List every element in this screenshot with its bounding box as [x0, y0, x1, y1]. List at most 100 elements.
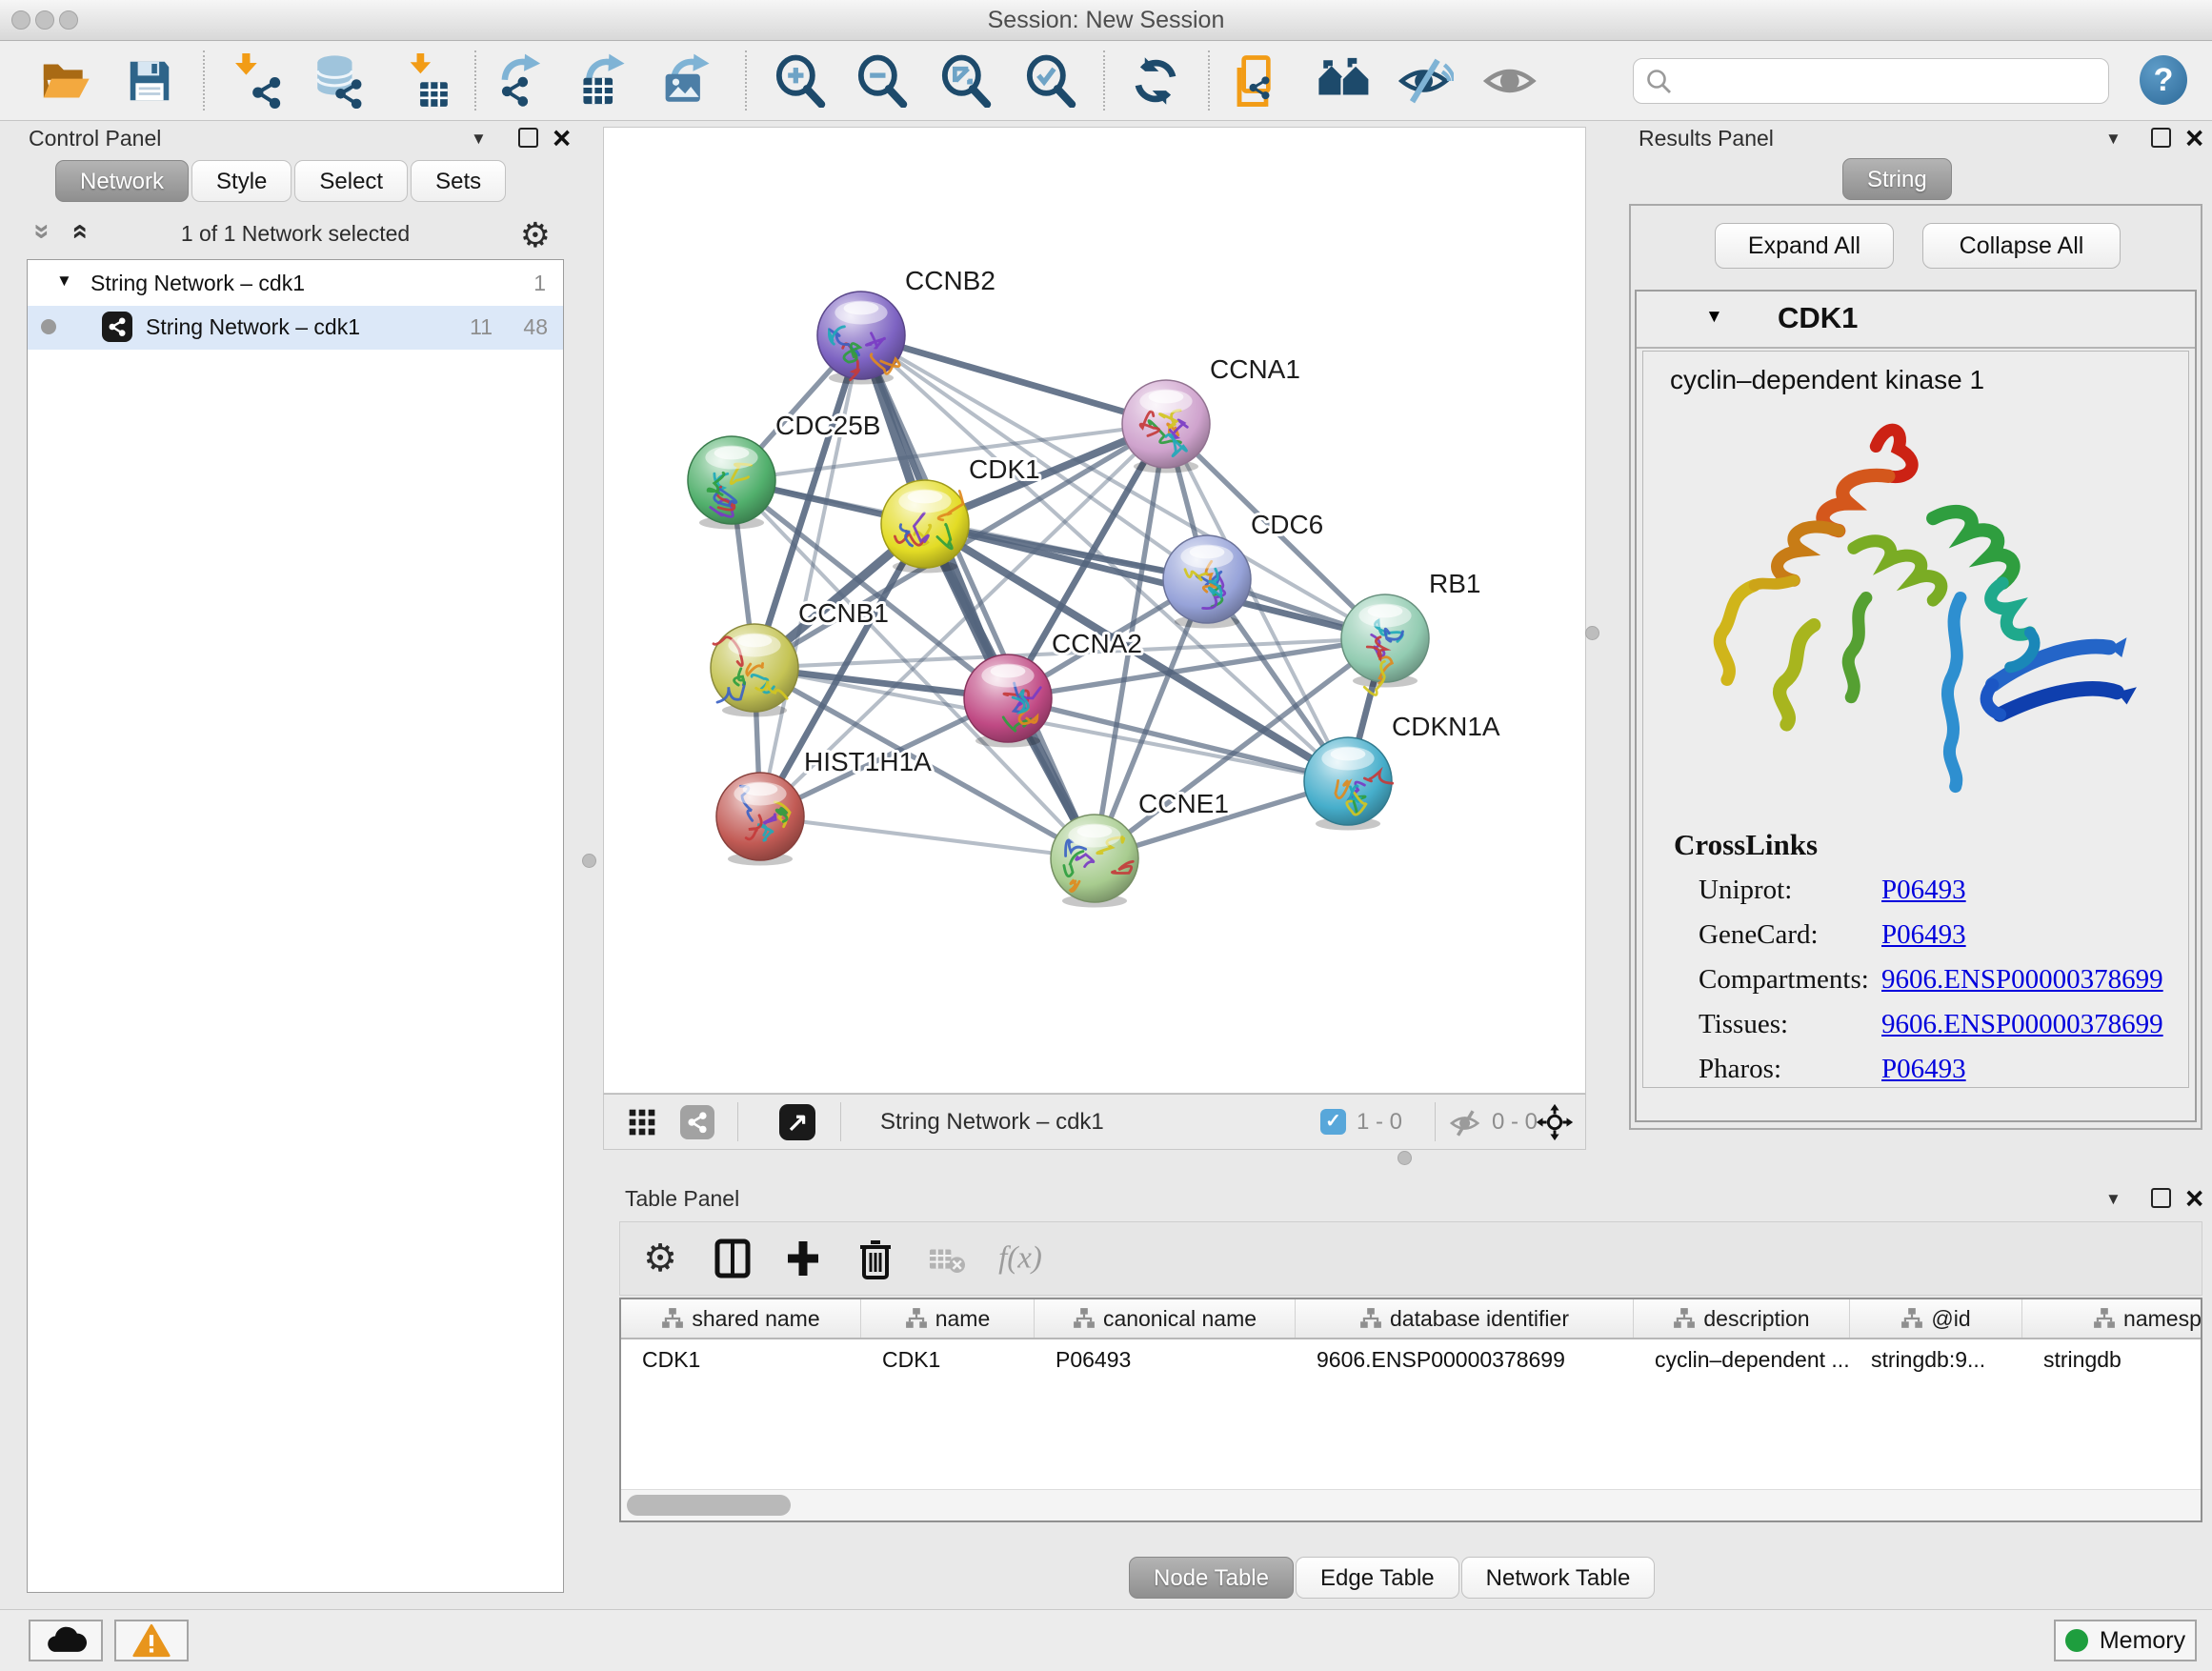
- tab-node-table[interactable]: Node Table: [1129, 1557, 1294, 1599]
- scrollbar-thumb[interactable]: [627, 1495, 791, 1516]
- right-splitter-handle[interactable]: [1585, 626, 1599, 640]
- network-node-count: 11: [470, 314, 493, 340]
- help-button[interactable]: ?: [2140, 55, 2187, 105]
- crosslink-link[interactable]: 9606.ENSP00000378699: [1881, 964, 2163, 995]
- network-options-gear-icon[interactable]: ⚙: [520, 215, 551, 255]
- search-input[interactable]: [1633, 58, 2109, 104]
- tab-string[interactable]: String: [1842, 158, 1952, 200]
- hidden-eye-slash-icon: [1450, 1107, 1482, 1139]
- tab-select[interactable]: Select: [294, 160, 408, 202]
- zoom-out-icon: [855, 54, 909, 108]
- column-header-database-identifier[interactable]: database identifier: [1296, 1299, 1634, 1338]
- protein-section-header[interactable]: ▼ CDK1: [1637, 292, 2195, 349]
- column-header-description[interactable]: description: [1634, 1299, 1850, 1338]
- export-image-button[interactable]: [662, 53, 717, 109]
- table-cell[interactable]: cyclin–dependent ...: [1634, 1339, 1850, 1379]
- panel-close-icon[interactable]: ×: [2185, 129, 2203, 148]
- zoom-in-button[interactable]: [774, 54, 827, 108]
- birdseye-view-icon[interactable]: ↗: [779, 1104, 815, 1140]
- import-network-from-database-button[interactable]: [311, 53, 366, 109]
- column-header-namespace[interactable]: namespace: [2022, 1299, 2202, 1338]
- horizontal-scrollbar[interactable]: [621, 1489, 2201, 1520]
- collapse-all-button[interactable]: Collapse All: [1922, 223, 2121, 269]
- import-network-button[interactable]: [230, 53, 285, 109]
- table-cell[interactable]: CDK1: [861, 1339, 1035, 1379]
- show-columns-icon[interactable]: [714, 1238, 751, 1278]
- collection-expander-icon[interactable]: ▼: [56, 272, 72, 291]
- show-hidden-button[interactable]: [1483, 53, 1538, 109]
- network-node-CCNE1[interactable]: CCNE1: [1051, 789, 1229, 908]
- tab-network[interactable]: Network: [55, 160, 189, 202]
- panel-close-icon[interactable]: ×: [553, 129, 571, 148]
- memory-button[interactable]: Memory: [2054, 1620, 2197, 1661]
- table-cell[interactable]: stringdb: [2022, 1339, 2202, 1379]
- expand-all-button[interactable]: Expand All: [1715, 223, 1894, 269]
- crosslink-link[interactable]: 9606.ENSP00000378699: [1881, 1009, 2163, 1039]
- memory-label: Memory: [2100, 1627, 2185, 1655]
- tab-edge-table[interactable]: Edge Table: [1296, 1557, 1459, 1599]
- panel-float-icon[interactable]: [2151, 128, 2171, 148]
- table-row[interactable]: CDK1CDK1P064939606.ENSP00000378699cyclin…: [621, 1339, 2202, 1379]
- crosslink-link[interactable]: P06493: [1881, 875, 1966, 905]
- network-node-CCNB1[interactable]: CCNB1: [711, 598, 889, 717]
- network-node-CCNA1[interactable]: CCNA1: [1122, 354, 1300, 473]
- crosslink-link[interactable]: P06493: [1881, 1054, 1966, 1084]
- column-header-canonical-name[interactable]: canonical name: [1035, 1299, 1296, 1338]
- export-network-button[interactable]: [495, 53, 551, 109]
- panel-menu-icon[interactable]: ▼: [2105, 130, 2122, 149]
- left-splitter-handle[interactable]: [582, 854, 596, 868]
- panel-close-icon[interactable]: ×: [2185, 1189, 2203, 1208]
- grid-view-icon[interactable]: [627, 1107, 657, 1137]
- network-row-selected[interactable]: String Network – cdk1 11 48: [28, 306, 563, 350]
- pan-crosshair-icon[interactable]: [1536, 1103, 1574, 1141]
- panel-float-icon[interactable]: [2151, 1188, 2171, 1208]
- main-toolbar: ?: [0, 41, 2212, 121]
- selected-indicator-checkbox[interactable]: ✓: [1320, 1109, 1346, 1135]
- table-cell[interactable]: CDK1: [621, 1339, 861, 1379]
- delete-column-icon[interactable]: [858, 1238, 893, 1279]
- apply-layout-button[interactable]: [1130, 55, 1181, 107]
- tab-sets[interactable]: Sets: [411, 160, 506, 202]
- separator: [1435, 1102, 1436, 1141]
- panel-float-icon[interactable]: [518, 128, 538, 148]
- cloud-status-button[interactable]: [29, 1620, 103, 1661]
- warnings-button[interactable]: [114, 1620, 189, 1661]
- add-column-icon[interactable]: [786, 1239, 820, 1278]
- zoom-out-button[interactable]: [855, 54, 909, 108]
- network-node-CDC25B[interactable]: CDC25B: [688, 411, 880, 530]
- network-canvas[interactable]: CCNB2CCNA1CDC25BCDK1CDC6RB1CCNB1CCNA2CDK…: [603, 127, 1586, 1094]
- tab-style[interactable]: Style: [191, 160, 292, 202]
- column-header-shared-name[interactable]: shared name: [621, 1299, 861, 1338]
- hide-selected-button[interactable]: [1398, 53, 1454, 109]
- table-cell[interactable]: stringdb:9...: [1850, 1339, 2022, 1379]
- network-collection-row[interactable]: ▼ String Network – cdk1 1: [28, 264, 563, 306]
- crosslink-link[interactable]: P06493: [1881, 919, 1966, 950]
- network-node-HIST1H1A[interactable]: HIST1H1A: [716, 747, 932, 866]
- bottom-splitter-handle[interactable]: [1398, 1151, 1412, 1165]
- network-view-share-icon[interactable]: [680, 1105, 714, 1139]
- table-cell[interactable]: 9606.ENSP00000378699: [1296, 1339, 1634, 1379]
- tab-network-table[interactable]: Network Table: [1461, 1557, 1656, 1599]
- cloud-icon: [45, 1624, 87, 1657]
- import-table-button[interactable]: [398, 53, 453, 109]
- zoom-selected-button[interactable]: [1024, 54, 1077, 108]
- show-all-networks-button[interactable]: [1317, 53, 1372, 109]
- database-icon: [311, 53, 366, 109]
- crosslinks-title: CrossLinks: [1643, 816, 2188, 868]
- save-session-button[interactable]: [124, 55, 175, 107]
- network-edge[interactable]: [760, 816, 1095, 858]
- panel-menu-icon[interactable]: ▼: [2105, 1190, 2122, 1209]
- copy-style-button[interactable]: [1233, 54, 1286, 108]
- open-session-button[interactable]: [38, 54, 91, 108]
- panel-menu-icon[interactable]: ▼: [471, 130, 487, 149]
- network-node-RB1[interactable]: RB1: [1341, 569, 1480, 695]
- zoom-fit-button[interactable]: [939, 54, 993, 108]
- network-node-CDKN1A[interactable]: CDKN1A: [1304, 712, 1500, 831]
- export-table-button[interactable]: [577, 53, 633, 109]
- table-cell[interactable]: P06493: [1035, 1339, 1296, 1379]
- protein-expander-icon[interactable]: ▼: [1705, 307, 1723, 328]
- network-edge[interactable]: [760, 335, 861, 816]
- column-header--id[interactable]: @id: [1850, 1299, 2022, 1338]
- table-options-gear-icon[interactable]: ⚙: [643, 1237, 677, 1280]
- column-header-name[interactable]: name: [861, 1299, 1035, 1338]
